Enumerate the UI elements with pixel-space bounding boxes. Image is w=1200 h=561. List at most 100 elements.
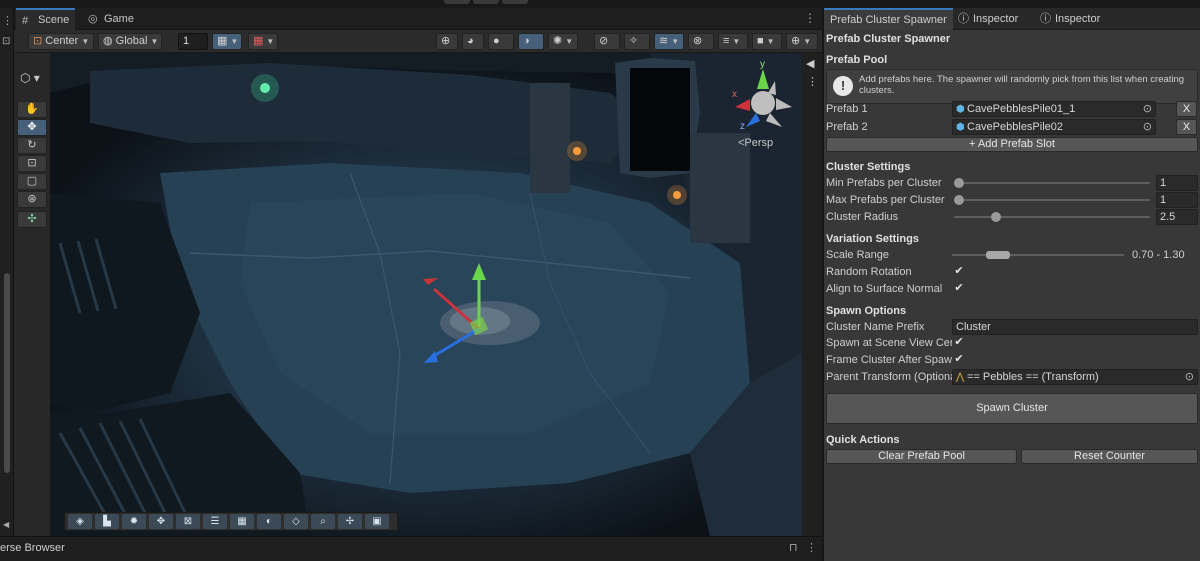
overlay-layers-button[interactable]: ◇ — [284, 514, 308, 529]
increment-snap-toggle[interactable]: ▦ ▼ — [248, 33, 278, 50]
tab-inspector-2[interactable]: ⓘ Inspector — [1034, 8, 1106, 30]
shaded-button[interactable]: ● — [488, 33, 514, 50]
bottom-menu-icon[interactable]: ⋮ — [806, 541, 817, 554]
align-normal-checkbox[interactable]: ✔ — [953, 282, 965, 294]
tab-inspector-2-label: Inspector — [1055, 13, 1101, 25]
object-picker-icon[interactable]: ⊙ — [1143, 120, 1152, 134]
object-picker-icon[interactable]: ⊙ — [1185, 370, 1194, 384]
left-scrollbar[interactable] — [4, 273, 10, 473]
audio-toggle[interactable]: ≋ ▼ — [654, 33, 684, 50]
spawn-center-checkbox[interactable]: ✔ — [953, 336, 965, 348]
object-picker-icon[interactable]: ⊙ — [1143, 102, 1152, 116]
overlay-terrain-button[interactable]: ▙ — [95, 514, 119, 529]
scale-range-slider[interactable] — [952, 248, 1124, 262]
step-button[interactable] — [502, 0, 528, 4]
grid-snap-toggle[interactable]: ▦ ▼ — [212, 33, 242, 50]
overlay-move-button[interactable]: ✥ — [149, 514, 173, 529]
play-button[interactable] — [444, 0, 470, 4]
cluster-radius-field[interactable]: 2.5 — [1156, 209, 1198, 225]
frame-cluster-label: Frame Cluster After Spawn — [826, 354, 952, 366]
collapse-left-arrow[interactable]: ◀ — [806, 57, 814, 70]
orientation-gizmo[interactable]: y x z — [730, 59, 800, 133]
scale-tool-button[interactable]: ⊡ — [17, 155, 47, 172]
prefab-pool-header: Prefab Pool — [826, 54, 888, 66]
debug-draw-dropdown[interactable]: ✺ ▼ — [548, 33, 578, 50]
lit-sphere-icon: ◑ — [523, 35, 530, 47]
menu-dots-icon[interactable]: ⋮ — [2, 14, 13, 27]
reset-counter-button[interactable]: Reset Counter — [1021, 449, 1198, 464]
random-rotation-checkbox[interactable]: ✔ — [953, 265, 965, 277]
lighting-toggle[interactable]: ✧ — [624, 33, 650, 50]
rotate-tool-button[interactable]: ↻ — [17, 137, 47, 154]
transform-icon: ⋀ — [956, 372, 965, 383]
slider-knob[interactable] — [954, 178, 964, 188]
cube-view-icon[interactable]: ⬡ ▾ — [20, 71, 40, 85]
search-icon: ⌕ — [320, 516, 326, 527]
slider-knob[interactable] — [991, 212, 1002, 222]
scale-range-value: 0.70 - 1.30 — [1132, 249, 1185, 261]
tab-prefab-cluster-spawner[interactable]: Prefab Cluster Spawner — [824, 8, 953, 30]
scene-options-icon[interactable]: ⋮ — [807, 75, 818, 88]
overlay-transform-button[interactable]: ✢ — [338, 514, 362, 529]
overlay-moon-button[interactable]: ◐ — [257, 514, 281, 529]
scale-icon: ⊡ — [27, 157, 37, 169]
draw-mode-button[interactable]: ⊕ — [436, 33, 458, 50]
scene-viewport[interactable]: y x z <Persp ◈ ▙ ✹ ✥ ⊠ ☰ ▦ ◐ ◇ ⌕ ✢ ▣ — [50, 53, 802, 536]
bottom-panel-label[interactable]: erse Browser — [0, 542, 65, 554]
chevron-down-icon: ▼ — [732, 37, 741, 46]
max-prefabs-slider[interactable] — [954, 193, 1150, 207]
transform-tool-button[interactable]: ⊛ — [17, 191, 47, 208]
chevron-down-icon: ▼ — [803, 37, 812, 46]
prefab-2-field[interactable]: ⬢ CavePebblesPile02 ⊙ — [952, 119, 1156, 135]
lit-button[interactable]: ◑ — [518, 33, 544, 50]
frame-cluster-checkbox[interactable]: ✔ — [953, 353, 965, 365]
hand-tool-button[interactable]: ✋ — [17, 101, 47, 118]
lock-icon[interactable]: ⊓ — [789, 541, 798, 554]
stack-icon: ≡ — [723, 35, 730, 47]
gizmos-dropdown[interactable]: ⊕ ▼ — [786, 33, 818, 50]
name-prefix-input[interactable]: Cluster — [952, 319, 1198, 335]
effects-dropdown[interactable]: ≡ ▼ — [718, 33, 748, 50]
pause-button[interactable] — [473, 0, 499, 4]
overlay-camera-button[interactable]: ▣ — [365, 514, 389, 529]
prefab-1-field[interactable]: ⬢ CavePebblesPile01_1 ⊙ — [952, 101, 1156, 117]
align-normal-label: Align to Surface Normal — [826, 283, 943, 295]
pivot-mode-dropdown[interactable]: ⊡ Center ▼ — [28, 33, 94, 50]
remove-prefab-1-button[interactable]: X — [1176, 101, 1197, 117]
rect-tool-button[interactable]: ▢ — [17, 173, 47, 190]
add-prefab-slot-button[interactable]: + Add Prefab Slot — [826, 137, 1198, 152]
clear-prefab-pool-button[interactable]: Clear Prefab Pool — [826, 449, 1017, 464]
pin-icon[interactable]: ⊡ — [2, 36, 10, 47]
parent-transform-field[interactable]: ⋀ == Pebbles == (Transform) ⊙ — [952, 369, 1198, 385]
spawn-cluster-button[interactable]: Spawn Cluster — [826, 393, 1198, 424]
camera-dropdown[interactable]: ■ ▼ — [752, 33, 782, 50]
2d-toggle[interactable]: ⊘ — [594, 33, 620, 50]
tab-game[interactable]: ◎ Game — [82, 8, 140, 30]
hidden-toggle[interactable]: ⊗ — [688, 33, 714, 50]
tab-scene[interactable]: # Scene — [16, 8, 76, 30]
overlay-paint-button[interactable]: ✹ — [122, 514, 146, 529]
min-prefabs-slider[interactable] — [954, 176, 1150, 190]
scroll-down-arrow[interactable]: ◀ — [3, 520, 9, 529]
shaded-wire-button[interactable]: ◕ — [462, 33, 484, 50]
inspector-panel: Prefab Cluster Spawner ⓘ Inspector ⓘ Inspe… — [824, 8, 1200, 561]
overlay-align-button[interactable]: ⊠ — [176, 514, 200, 529]
remove-prefab-2-button[interactable]: X — [1176, 119, 1197, 135]
grid-snap-field[interactable]: 1 — [178, 33, 208, 50]
tab-inspector-1[interactable]: ⓘ Inspector — [952, 8, 1024, 30]
tab-menu-icon[interactable]: ⋮ — [804, 11, 816, 25]
help-text: Add prefabs here. The spawner will rando… — [859, 74, 1185, 96]
overlay-orbit-button[interactable]: ◈ — [68, 514, 92, 529]
space-mode-dropdown[interactable]: ◍ Global ▼ — [98, 33, 162, 50]
slider-knob[interactable] — [954, 195, 964, 205]
custom-tool-button[interactable]: ✣ — [17, 211, 47, 228]
cluster-radius-slider[interactable] — [954, 210, 1150, 224]
overlay-list-button[interactable]: ☰ — [203, 514, 227, 529]
projection-label[interactable]: <Persp — [738, 137, 773, 149]
overlay-search-button[interactable]: ⌕ — [311, 514, 335, 529]
max-prefabs-field[interactable]: 1 — [1156, 192, 1198, 208]
move-tool-button[interactable]: ✥ — [17, 119, 47, 136]
min-prefabs-field[interactable]: 1 — [1156, 175, 1198, 191]
range-fill[interactable] — [986, 251, 1011, 259]
overlay-grid-button[interactable]: ▦ — [230, 514, 254, 529]
